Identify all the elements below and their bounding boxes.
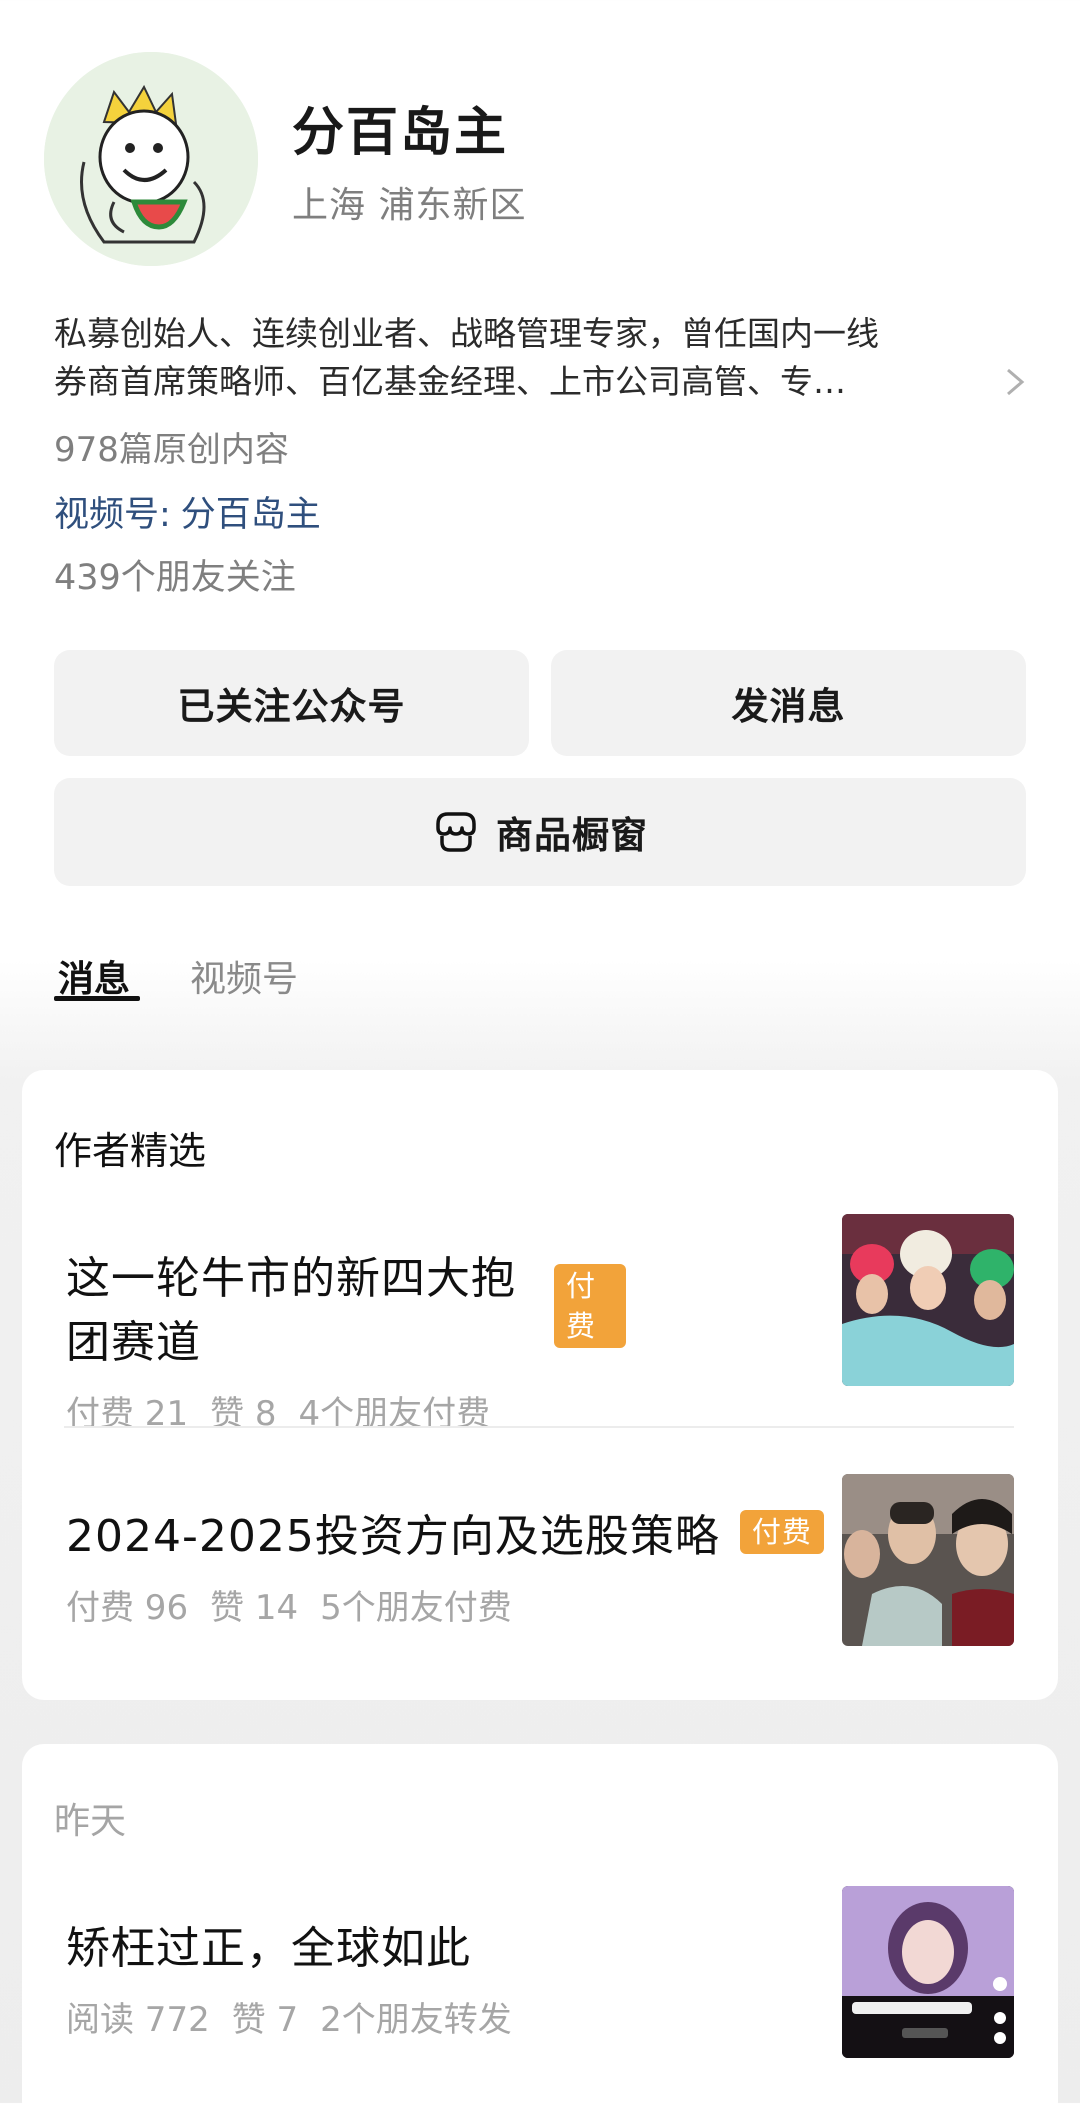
friends-shared: 2个朋友转发 bbox=[320, 2000, 512, 2040]
account-bio[interactable]: 私募创始人、连续创业者、战略管理专家，曾任国内一线 券商首席策略师、百亿基金经理… bbox=[54, 310, 1014, 406]
channel-name: 分百岛主 bbox=[180, 495, 321, 535]
avatar-meme-icon bbox=[44, 52, 258, 266]
bio-line-2: 券商首席策略师、百亿基金经理、上市公司高管、专… bbox=[54, 362, 846, 401]
active-tab-indicator bbox=[54, 996, 140, 1001]
shop-icon bbox=[436, 812, 476, 852]
featured-card: 作者精选 这一轮牛市的新四大抱团赛道 付费 付费 21 赞 8 4个朋友付费 202… bbox=[22, 1070, 1058, 1700]
paid-badge: 付费 bbox=[553, 1264, 626, 1348]
like-count: 赞 8 bbox=[210, 1394, 277, 1434]
avatar[interactable] bbox=[44, 52, 258, 266]
list-item[interactable]: 矫枉过正，全球如此 阅读 772 赞 7 2个朋友转发 bbox=[66, 1912, 826, 2041]
paid-count: 付费 96 bbox=[66, 1588, 189, 1628]
like-count: 赞 14 bbox=[210, 1588, 299, 1628]
friends-paid: 4个朋友付费 bbox=[298, 1394, 491, 1434]
read-count: 阅读 772 bbox=[66, 2000, 210, 2040]
channel-label: 视频号: bbox=[54, 495, 171, 535]
recent-card: 昨天 矫枉过正，全球如此 阅读 772 赞 7 2个朋友转发 bbox=[22, 1744, 1058, 2124]
friends-paid: 5个朋友付费 bbox=[320, 1588, 512, 1628]
message-button-label: 发消息 bbox=[731, 685, 846, 728]
follow-button[interactable]: 已关注公众号 bbox=[54, 650, 529, 756]
list-item[interactable]: 这一轮牛市的新四大抱团赛道 付费 付费 21 赞 8 4个朋友付费 bbox=[66, 1242, 626, 1435]
paid-badge: 付费 bbox=[739, 1510, 824, 1554]
article-title: 矫枉过正，全球如此 bbox=[66, 1923, 471, 1974]
article-title: 2024-2025投资方向及选股策略 bbox=[66, 1511, 720, 1562]
article-thumbnail[interactable] bbox=[842, 1474, 1014, 1646]
article-title: 这一轮牛市的新四大抱团赛道 bbox=[66, 1253, 516, 1368]
shop-window-button[interactable]: 商品橱窗 bbox=[54, 778, 1026, 886]
list-item[interactable]: 2024-2025投资方向及选股策略 付费 付费 96 赞 14 5个朋友付费 bbox=[66, 1500, 826, 1629]
tab-messages[interactable]: 消息 bbox=[58, 950, 130, 1002]
article-thumbnail[interactable] bbox=[842, 1214, 1014, 1386]
account-location: 上海 浦东新区 bbox=[292, 185, 527, 226]
article-thumbnail[interactable] bbox=[842, 1886, 1014, 2058]
bio-line-1: 私募创始人、连续创业者、战略管理专家，曾任国内一线 bbox=[54, 314, 879, 353]
like-count: 赞 7 bbox=[231, 2000, 299, 2040]
message-button[interactable]: 发消息 bbox=[551, 650, 1026, 756]
paid-count: 付费 21 bbox=[66, 1394, 189, 1434]
chevron-right-icon[interactable] bbox=[1000, 362, 1030, 402]
friends-following[interactable]: 439个朋友关注 bbox=[54, 549, 296, 600]
articles-count: 978篇原创内容 bbox=[54, 430, 289, 470]
account-name: 分百岛主 bbox=[292, 103, 509, 163]
channel-link[interactable]: 视频号: 分百岛主 bbox=[54, 486, 321, 537]
shop-window-label: 商品橱窗 bbox=[496, 814, 648, 857]
follow-button-label: 已关注公众号 bbox=[177, 685, 406, 728]
divider bbox=[64, 1426, 1014, 1428]
featured-section-title: 作者精选 bbox=[54, 1129, 207, 1173]
date-section-title: 昨天 bbox=[54, 1801, 127, 1842]
tab-channels[interactable]: 视频号 bbox=[190, 950, 298, 1002]
